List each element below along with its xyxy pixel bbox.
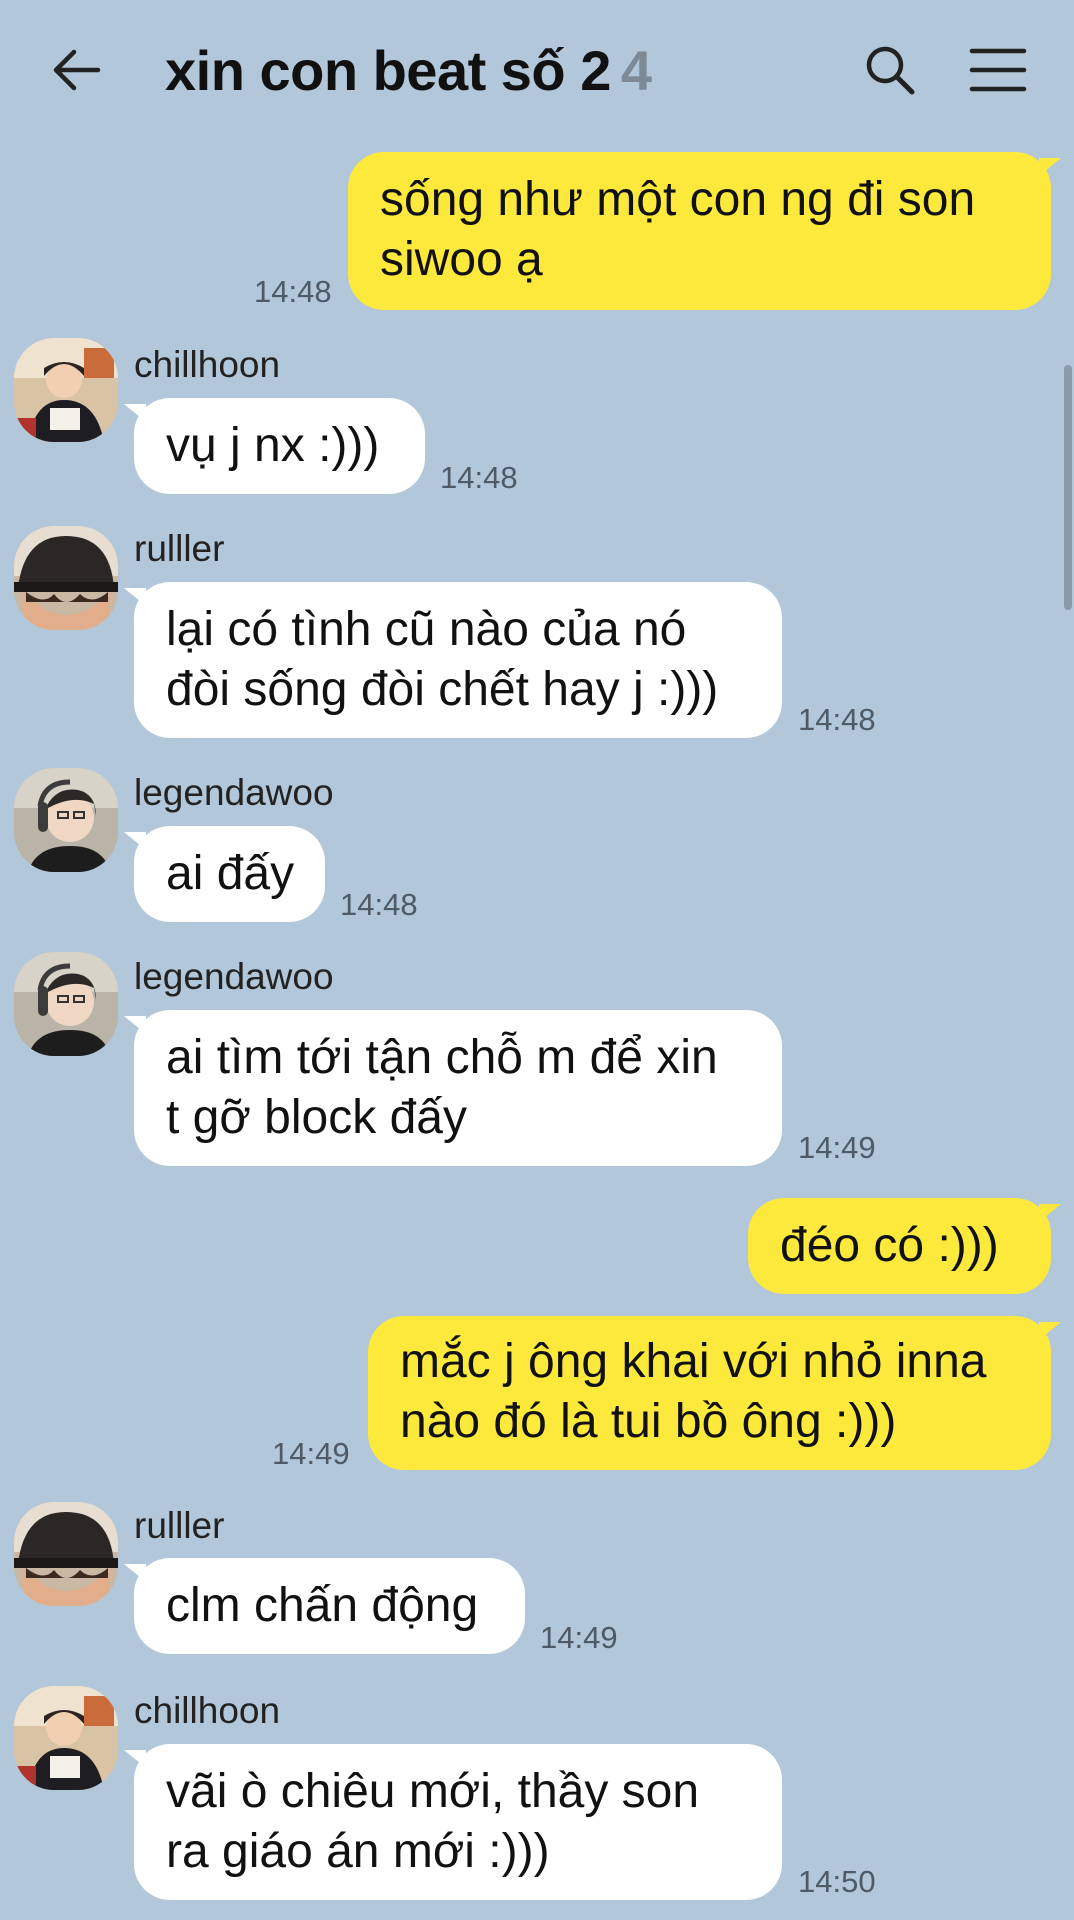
message-text-line: vãi ò chiêu mới, thầy son: [166, 1765, 700, 1818]
avatar[interactable]: [14, 526, 118, 630]
avatar[interactable]: [14, 338, 118, 442]
message-text-line: đòi sống đòi chết hay j :))): [166, 663, 719, 716]
message-bubble[interactable]: sống như một con ng đi son siwoo ạ: [348, 152, 1061, 310]
message-text-line: mắc j ông khai với nhỏ inna: [400, 1335, 987, 1388]
message-bubble[interactable]: ai tìm tới tận chỗ m để xin t gỡ block đ…: [124, 1010, 782, 1166]
message-time: 14:48: [340, 887, 418, 922]
message-bubble[interactable]: lại có tình cũ nào của nó đòi sống đòi c…: [124, 582, 782, 738]
avatar[interactable]: [14, 952, 118, 1056]
menu-icon: [969, 48, 1027, 92]
search-button[interactable]: [860, 40, 920, 100]
message-bubble[interactable]: đéo có :))): [748, 1198, 1061, 1294]
message-time: 14:49: [272, 1436, 350, 1471]
message-time: 14:48: [254, 274, 332, 309]
message-text-line: ra giáo án mới :))): [166, 1825, 550, 1878]
back-button[interactable]: [48, 40, 108, 100]
sender-name: legendawoo: [134, 772, 334, 813]
message-text-line: t gỡ block đấy: [166, 1091, 467, 1144]
message-text-line: clm chấn động: [166, 1579, 479, 1632]
message-text-line: sống như một con ng đi son: [380, 173, 976, 226]
scrollbar[interactable]: [1064, 365, 1072, 610]
message-time: 14:48: [440, 460, 518, 495]
chat-title: xin con beat số 24: [165, 38, 652, 103]
message-time: 14:48: [798, 702, 876, 737]
sender-name: rulller: [134, 528, 225, 569]
message-bubble[interactable]: clm chấn động: [124, 1558, 525, 1654]
sender-name: chillhoon: [134, 344, 281, 385]
avatar[interactable]: [14, 768, 118, 872]
message-text-line: vụ j nx :))): [166, 419, 380, 472]
avatar[interactable]: [14, 1686, 118, 1790]
message-time: 14:49: [540, 1620, 618, 1655]
menu-button[interactable]: [968, 45, 1028, 95]
chat-room-name: xin con beat số 2: [165, 39, 611, 102]
message-bubble[interactable]: ai đấy: [124, 826, 325, 922]
sender-name: chillhoon: [134, 1690, 281, 1731]
message-text-line: lại có tình cũ nào của nó: [166, 603, 687, 656]
message-text-line: đéo có :))): [780, 1219, 999, 1272]
avatar[interactable]: [14, 1502, 118, 1606]
message-bubble[interactable]: mắc j ông khai với nhỏ inna nào đó là tu…: [368, 1316, 1061, 1470]
message-time: 14:49: [798, 1130, 876, 1165]
member-count: 4: [620, 39, 652, 102]
chat-header: xin con beat số 24: [0, 0, 1074, 145]
back-arrow-icon: [53, 49, 101, 91]
sender-name: rulller: [134, 1505, 225, 1546]
message-text-line: nào đó là tui bồ ông :))): [400, 1395, 897, 1448]
search-icon: [866, 46, 915, 95]
message-bubble[interactable]: vụ j nx :))): [124, 398, 425, 494]
message-text-line: siwoo ạ: [380, 233, 543, 286]
message-text-line: ai tìm tới tận chỗ m để xin: [166, 1031, 718, 1084]
message-text-line: ai đấy: [166, 847, 295, 900]
sender-name: legendawoo: [134, 956, 334, 997]
message-bubble[interactable]: vãi ò chiêu mới, thầy son ra giáo án mới…: [124, 1744, 782, 1900]
message-time: 14:50: [798, 1864, 876, 1899]
